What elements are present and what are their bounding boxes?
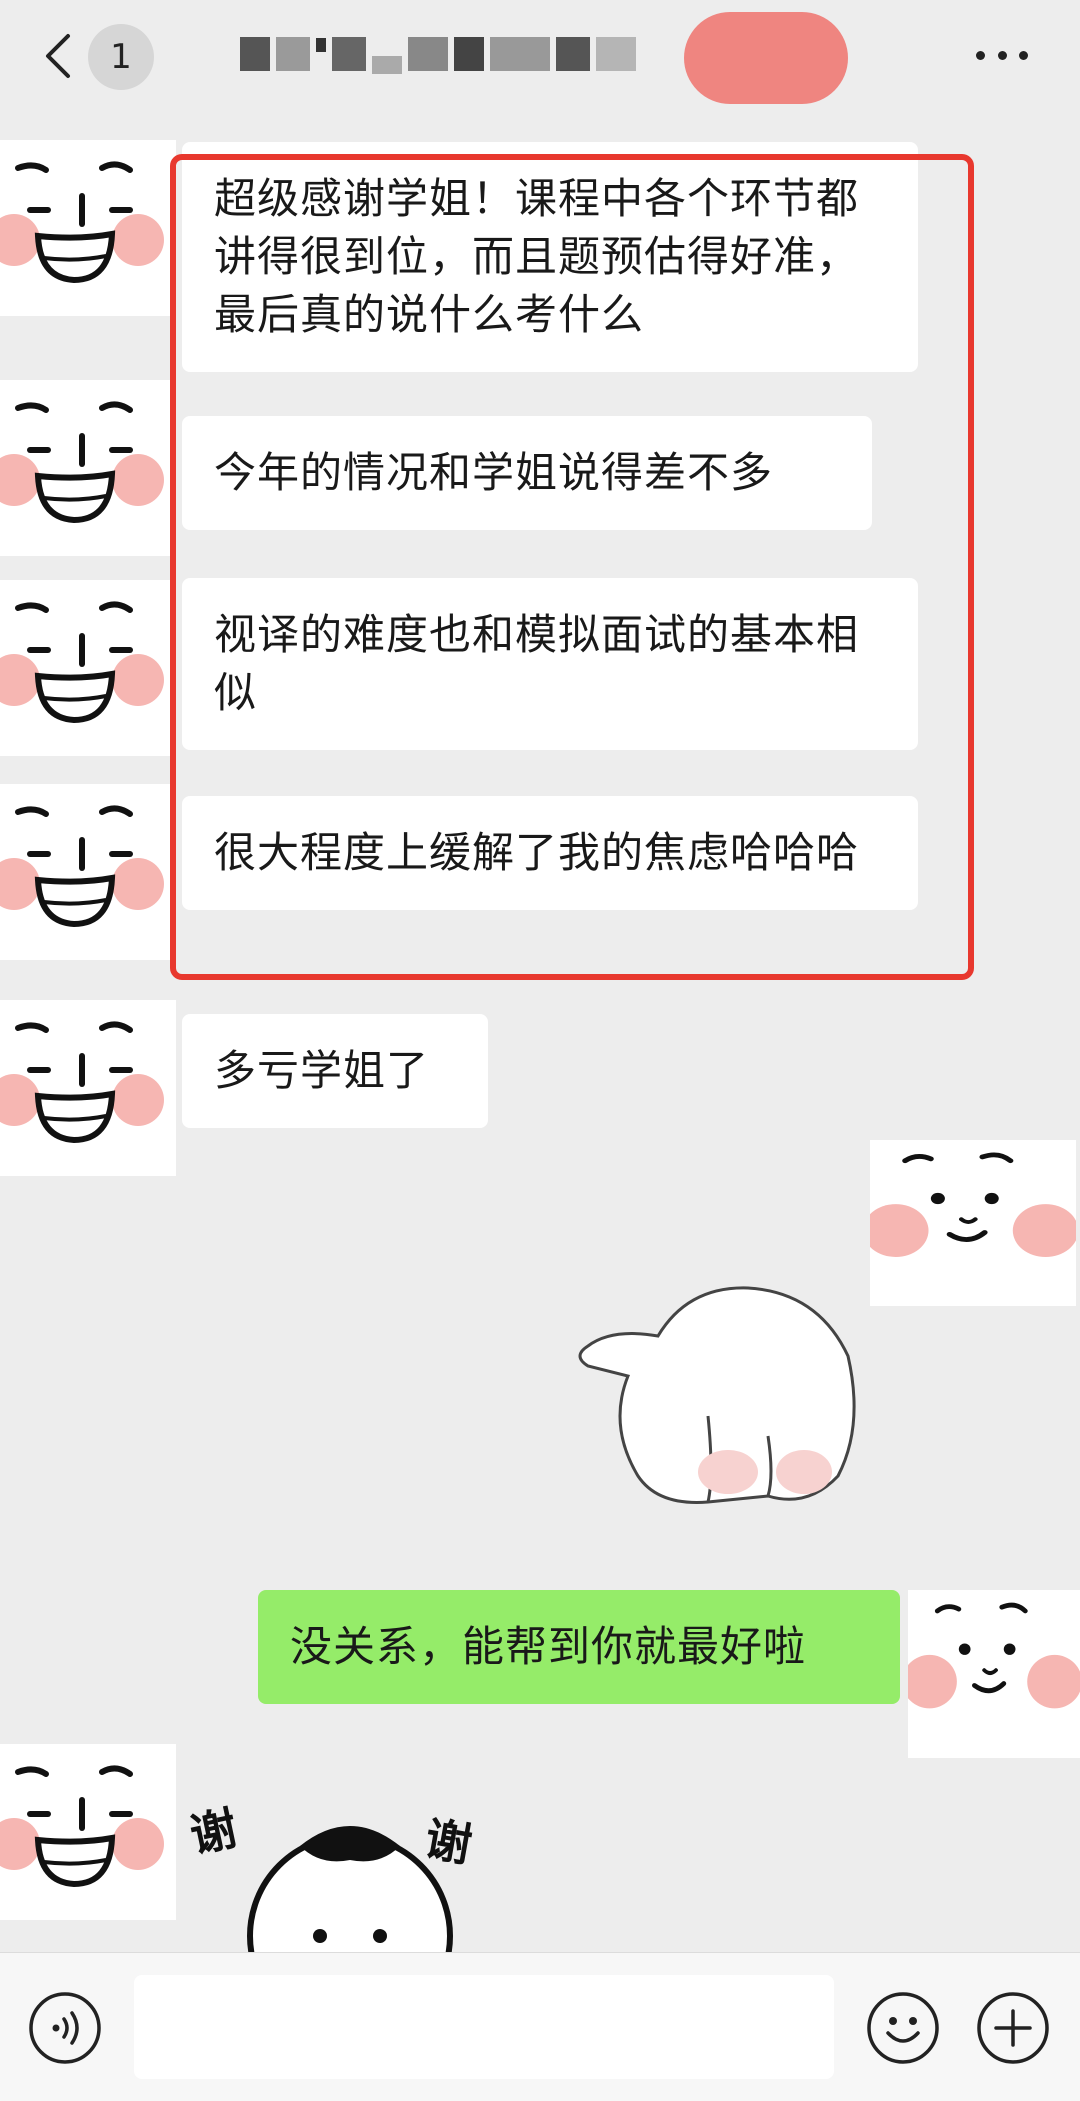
chat-header: 1 bbox=[0, 0, 1080, 112]
avatar[interactable] bbox=[908, 1590, 1080, 1758]
plus-icon[interactable] bbox=[976, 1991, 1050, 2065]
message-input[interactable] bbox=[134, 1975, 834, 2079]
avatar[interactable] bbox=[870, 1140, 1076, 1306]
highlight-annotation-box bbox=[170, 154, 974, 980]
thank-you-sticker[interactable]: 谢 谢 bbox=[190, 1786, 540, 1952]
incoming-message-bubble[interactable]: 多亏学姐了 bbox=[182, 1014, 488, 1128]
more-horizontal-icon[interactable] bbox=[972, 40, 1032, 70]
bear-hiding-sticker[interactable] bbox=[568, 1276, 868, 1516]
unread-count-badge[interactable]: 1 bbox=[88, 24, 154, 90]
chat-title-redacted bbox=[240, 34, 670, 74]
chevron-left-icon[interactable] bbox=[40, 28, 80, 84]
avatar[interactable] bbox=[0, 580, 176, 756]
message-input-bar bbox=[0, 1952, 1080, 2101]
avatar[interactable] bbox=[0, 1744, 176, 1920]
avatar[interactable] bbox=[0, 784, 176, 960]
avatar[interactable] bbox=[0, 1000, 176, 1176]
avatar[interactable] bbox=[0, 380, 176, 556]
voice-icon[interactable] bbox=[28, 1991, 102, 2065]
outgoing-message-bubble[interactable]: 没关系，能帮到你就最好啦 bbox=[258, 1590, 900, 1704]
emoji-icon[interactable] bbox=[866, 1991, 940, 2065]
name-redaction-blob bbox=[684, 12, 848, 104]
avatar[interactable] bbox=[0, 140, 176, 316]
